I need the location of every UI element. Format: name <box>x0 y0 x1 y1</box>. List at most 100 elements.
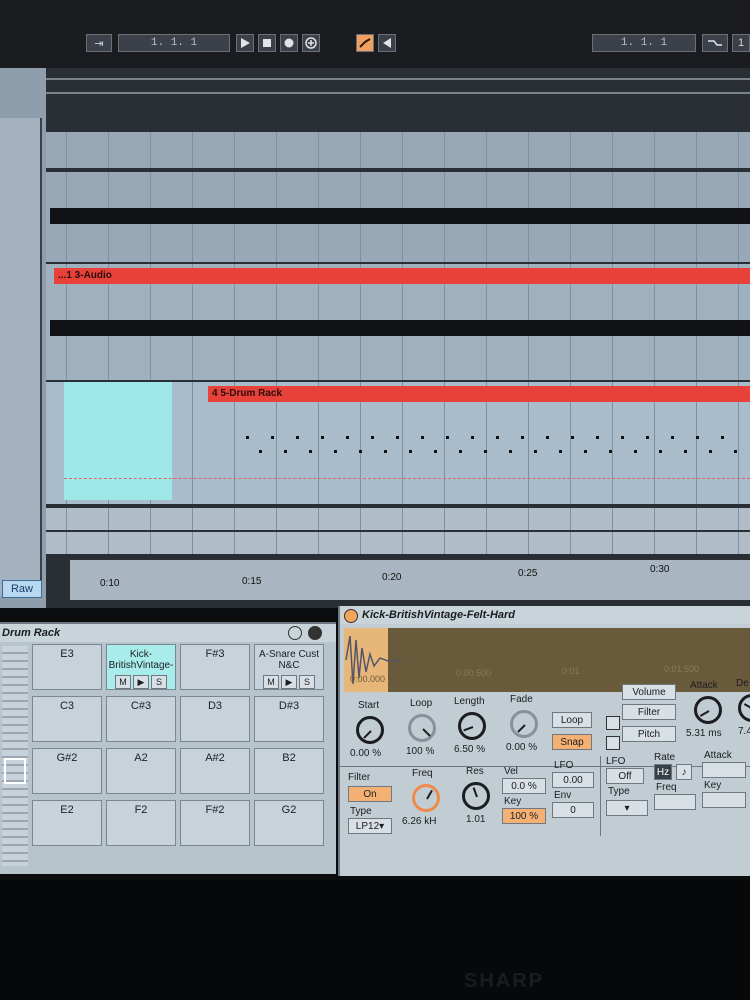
time-ruler[interactable]: 0:10 0:15 0:20 0:25 0:30 <box>70 558 750 600</box>
filter-tab[interactable]: Filter <box>622 704 676 720</box>
back-to-arrangement-button[interactable] <box>378 34 396 52</box>
arrangement-view[interactable]: ...1 3-Audio 4 5-Drum Rack 0:10 0:15 0:2… <box>46 68 750 608</box>
midi-note[interactable] <box>296 436 299 439</box>
follow-button[interactable]: ⇥ <box>86 34 112 52</box>
midi-note[interactable] <box>308 450 312 453</box>
lfo-freq-field[interactable] <box>654 794 696 810</box>
midi-note[interactable] <box>483 450 487 453</box>
hot-swap-icon[interactable] <box>288 626 302 640</box>
midi-note[interactable] <box>621 436 624 439</box>
automation-arm-button[interactable] <box>356 34 374 52</box>
snap-toggle-button[interactable]: Snap <box>552 734 592 750</box>
midi-note[interactable] <box>433 450 437 453</box>
midi-note[interactable] <box>358 450 362 453</box>
drum-pad[interactable]: E2 <box>32 800 102 846</box>
env-value[interactable]: 0 <box>552 802 594 818</box>
lfo-type-select[interactable]: ▾ <box>606 800 648 816</box>
midi-note[interactable] <box>596 436 599 439</box>
midi-note[interactable] <box>271 436 274 439</box>
track-lane-3[interactable]: ...1 3-Audio <box>46 264 750 380</box>
midi-note[interactable] <box>383 450 387 453</box>
filter-on-button[interactable]: On <box>348 786 392 802</box>
pad-play-button[interactable]: ▶ <box>133 675 149 689</box>
pitch-tab[interactable]: Pitch <box>622 726 676 742</box>
drum-clip-header[interactable]: 4 5-Drum Rack <box>208 386 750 402</box>
stop-button[interactable] <box>258 34 276 52</box>
filter-type-select[interactable]: LP12 ▾ <box>348 818 392 834</box>
drum-pad[interactable]: D#3 <box>254 696 324 742</box>
pad-solo-button[interactable]: S <box>299 675 315 689</box>
loop-toggle-button[interactable]: Loop <box>552 712 592 728</box>
midi-note[interactable] <box>733 450 737 453</box>
drum-pad[interactable]: A#2 <box>180 748 250 794</box>
midi-note[interactable] <box>708 450 712 453</box>
hz-button[interactable]: Hz <box>654 764 672 780</box>
lfo-off-button[interactable]: Off <box>606 768 644 784</box>
track-lane-4[interactable]: 4 5-Drum Rack <box>46 382 750 504</box>
midi-note[interactable] <box>458 450 462 453</box>
lfo-key-field[interactable] <box>702 792 746 808</box>
midi-note[interactable] <box>283 450 287 453</box>
midi-note[interactable] <box>633 450 637 453</box>
session-record-button[interactable] <box>302 34 320 52</box>
midi-note[interactable] <box>696 436 699 439</box>
loop-value[interactable]: 100 % <box>406 746 434 757</box>
device-power-icon[interactable] <box>344 609 358 623</box>
midi-note[interactable] <box>258 450 262 453</box>
decay-knob[interactable] <box>738 694 750 722</box>
midi-note[interactable] <box>371 436 374 439</box>
midi-note[interactable] <box>671 436 674 439</box>
midi-note[interactable] <box>571 436 574 439</box>
midi-note[interactable] <box>496 436 499 439</box>
record-button[interactable] <box>280 34 298 52</box>
pad-overview[interactable] <box>2 646 28 866</box>
punch-button[interactable] <box>702 34 728 52</box>
drum-pad[interactable]: G2 <box>254 800 324 846</box>
midi-note[interactable] <box>508 450 512 453</box>
start-value[interactable]: 0.00 % <box>350 748 381 759</box>
midi-note[interactable] <box>421 436 424 439</box>
freq-value[interactable]: 6.26 kH <box>402 816 436 827</box>
pad-solo-button[interactable]: S <box>151 675 167 689</box>
midi-note[interactable] <box>521 436 524 439</box>
overview-selector[interactable] <box>4 758 26 784</box>
track-lane-6[interactable] <box>46 532 750 554</box>
midi-note[interactable] <box>558 450 562 453</box>
loop-knob[interactable] <box>408 714 436 742</box>
save-preset-icon[interactable] <box>308 626 322 640</box>
loop-position-display[interactable]: 1. 1. 1 <box>592 34 696 52</box>
midi-note[interactable] <box>333 450 337 453</box>
midi-note[interactable] <box>408 450 412 453</box>
drum-pad[interactable]: B2 <box>254 748 324 794</box>
midi-note[interactable] <box>658 450 662 453</box>
decay-value[interactable]: 7.4 <box>738 726 750 737</box>
midi-note[interactable] <box>446 436 449 439</box>
length-knob[interactable] <box>458 712 486 740</box>
drum-pad[interactable]: E3 <box>32 644 102 690</box>
midi-note[interactable] <box>721 436 724 439</box>
drum-pad[interactable]: G#2 <box>32 748 102 794</box>
drum-pad[interactable]: D3 <box>180 696 250 742</box>
drum-pad[interactable]: C#3 <box>106 696 176 742</box>
pad-mute-button[interactable]: M <box>263 675 279 689</box>
raw-button[interactable]: Raw <box>2 580 42 598</box>
audio-clip-header[interactable]: ...1 3-Audio <box>54 268 750 284</box>
note-sync-button[interactable]: ♪ <box>676 764 692 780</box>
track-lane-2[interactable] <box>46 172 750 262</box>
res-knob[interactable] <box>462 782 490 810</box>
midi-note[interactable] <box>683 450 687 453</box>
pad-mute-button[interactable]: M <box>115 675 131 689</box>
midi-note[interactable] <box>246 436 249 439</box>
track-lane-1[interactable] <box>46 132 750 168</box>
drum-pad[interactable]: F#3 <box>180 644 250 690</box>
drum-pad[interactable]: F2 <box>106 800 176 846</box>
freq-knob[interactable] <box>412 784 440 812</box>
drum-pad[interactable]: F#2 <box>180 800 250 846</box>
drum-pad[interactable]: A2 <box>106 748 176 794</box>
fade-knob[interactable] <box>510 710 538 738</box>
midi-note[interactable] <box>471 436 474 439</box>
res-value[interactable]: 1.01 <box>466 814 485 825</box>
length-value[interactable]: 6.50 % <box>454 744 485 755</box>
drum-pad[interactable]: Kick-BritishVintage- M ▶ S <box>106 644 176 690</box>
attack-value[interactable]: 5.31 ms <box>686 728 722 739</box>
